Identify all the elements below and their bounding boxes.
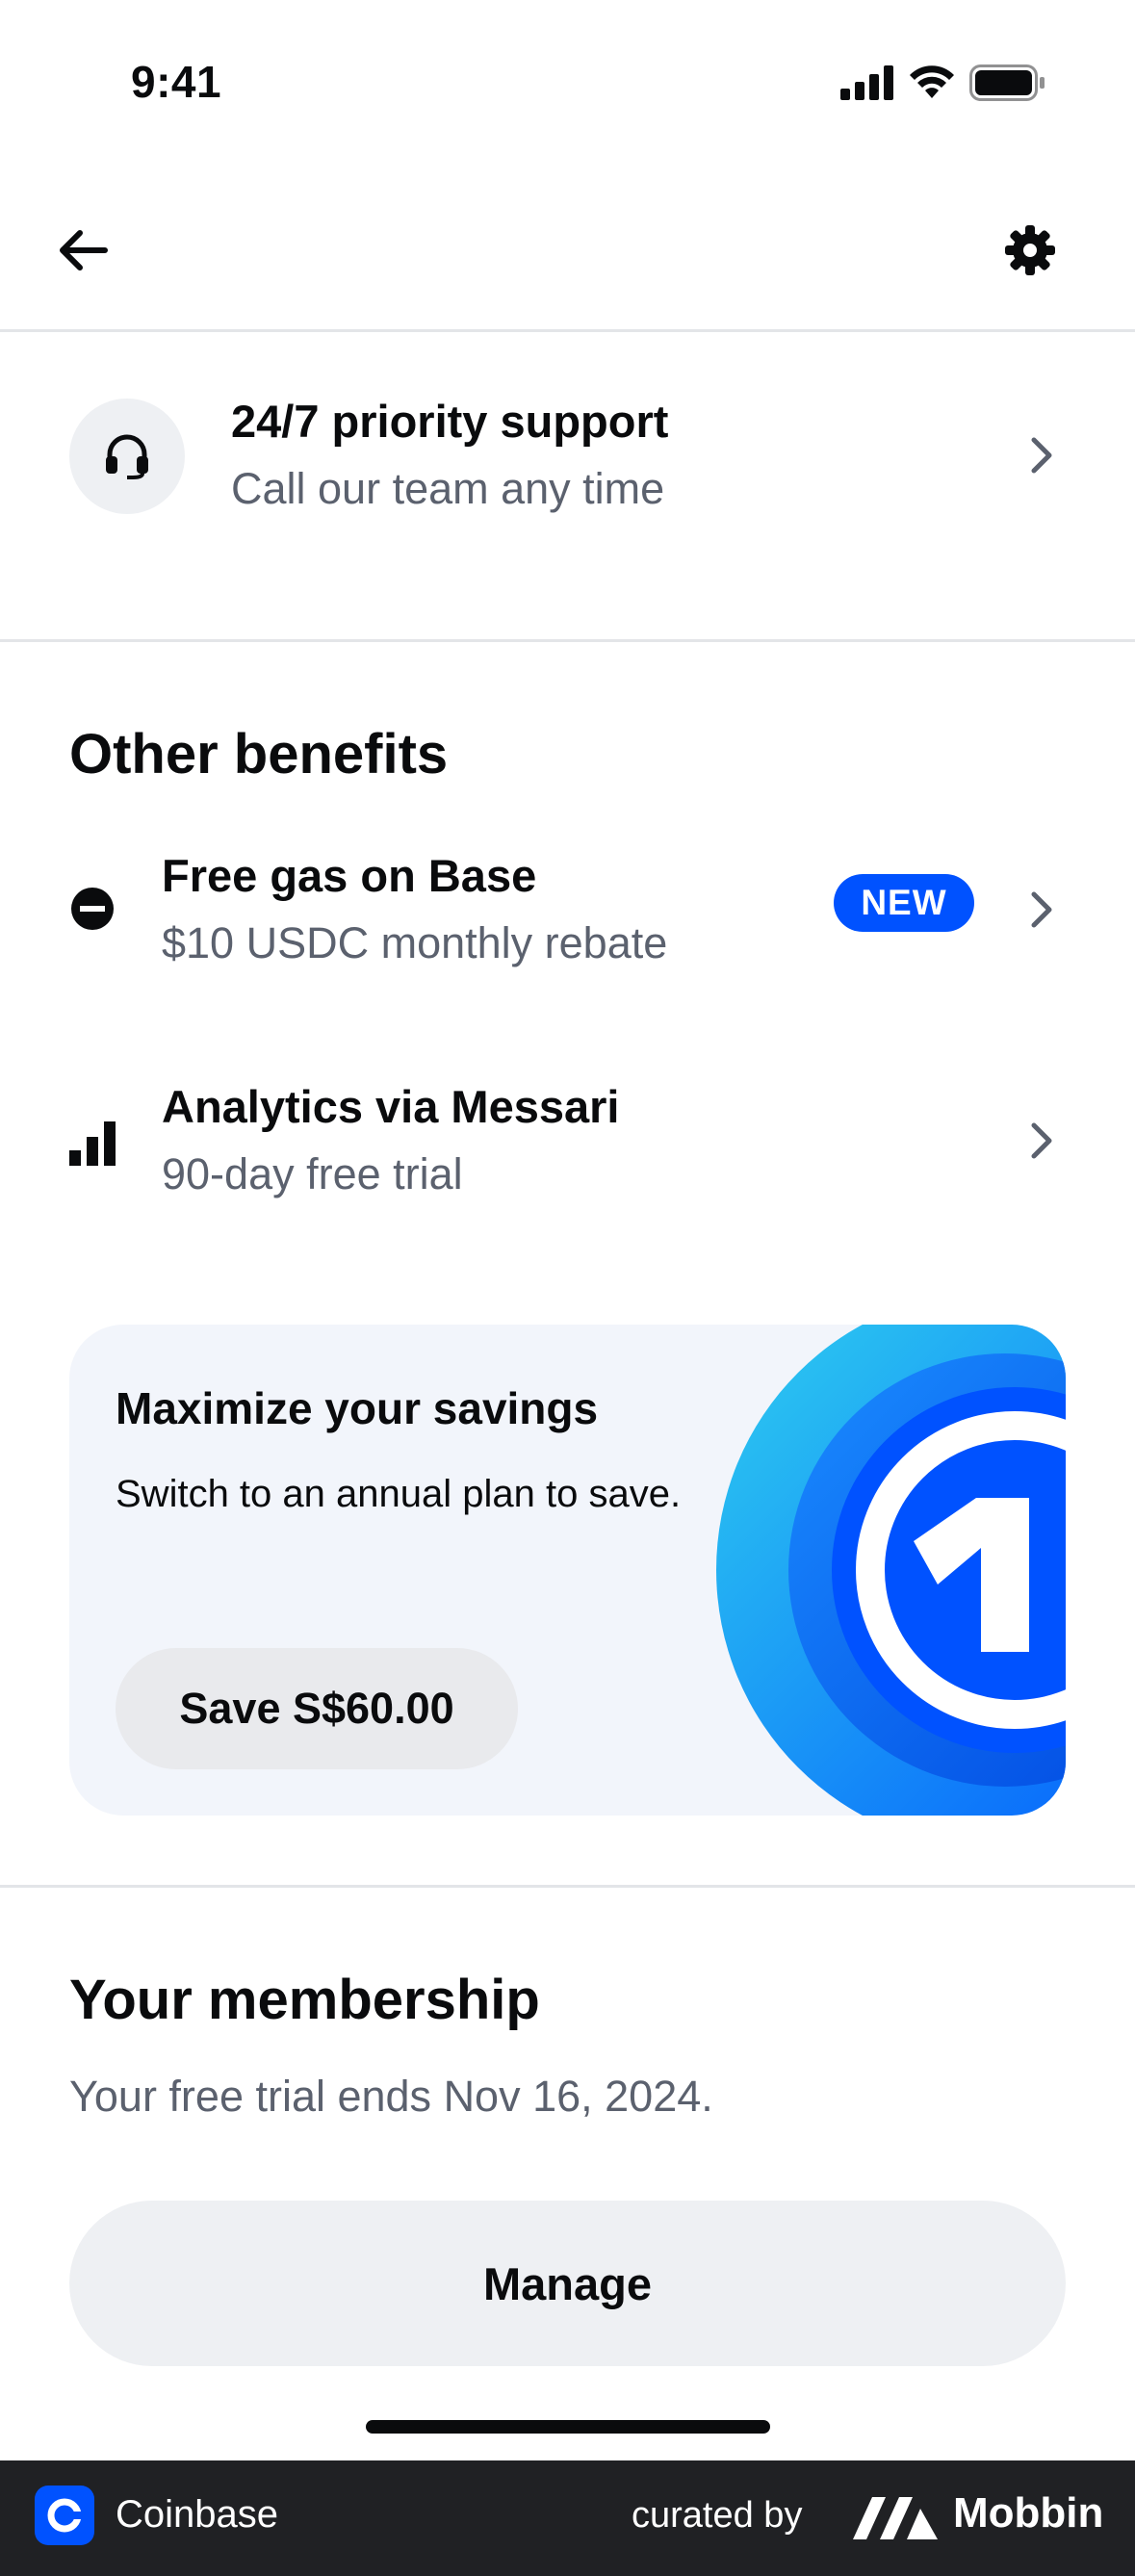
arrow-left-icon — [60, 230, 108, 270]
benefit-title: Free gas on Base — [162, 850, 537, 901]
coinbase-one-icon — [716, 1325, 1066, 1816]
support-icon-circle — [69, 399, 185, 514]
settings-button[interactable] — [1001, 221, 1059, 279]
support-subtitle: Call our team any time — [231, 464, 665, 513]
divider — [0, 639, 1135, 642]
footer-app-name: Coinbase — [116, 2493, 279, 2536]
footer-brand: Mobbin — [953, 2489, 1104, 2537]
benefit-title: Analytics via Messari — [162, 1081, 620, 1132]
promo-body: Switch to an annual plan to save. — [116, 1473, 682, 1515]
support-row[interactable]: 24/7 priority support Call our team any … — [0, 366, 1135, 549]
back-button[interactable] — [54, 221, 112, 279]
membership-heading: Your membership — [69, 1969, 540, 2031]
footer-curated-by: curated by — [632, 2495, 803, 2536]
headset-icon — [106, 434, 148, 479]
benefit-row-analytics[interactable]: Analytics via Messari 90-day free trial — [0, 1069, 1135, 1213]
battery-icon — [969, 64, 1045, 101]
manage-button[interactable]: Manage — [69, 2201, 1066, 2366]
chevron-right-icon — [1022, 431, 1061, 479]
status-time: 9:41 — [131, 57, 222, 107]
membership-text: Your free trial ends Nov 16, 2024. — [69, 2072, 713, 2121]
footer-bar: Coinbase curated by Mobbin — [0, 2460, 1135, 2576]
gear-icon — [1005, 225, 1055, 275]
wifi-icon — [910, 65, 954, 98]
mobbin-logo-icon — [853, 2497, 938, 2539]
chevron-right-icon — [1022, 1117, 1061, 1165]
chevron-right-icon — [1022, 886, 1061, 934]
promo-title: Maximize your savings — [116, 1383, 599, 1433]
benefit-subtitle: 90-day free trial — [162, 1149, 463, 1198]
home-indicator — [366, 2420, 770, 2434]
status-icons — [840, 64, 1046, 102]
divider — [0, 1885, 1135, 1888]
promo-card: Maximize your savings Switch to an annua… — [69, 1325, 1066, 1816]
bar-chart-icon — [65, 1115, 119, 1169]
benefit-subtitle: $10 USDC monthly rebate — [162, 918, 668, 967]
new-badge: NEW — [834, 874, 974, 932]
save-button[interactable]: Save S$60.00 — [116, 1648, 518, 1769]
divider — [0, 329, 1135, 332]
signal-icon — [840, 65, 893, 100]
base-icon — [65, 882, 119, 936]
support-title: 24/7 priority support — [231, 396, 669, 447]
coinbase-logo-icon — [35, 2486, 94, 2545]
other-benefits-heading: Other benefits — [69, 723, 449, 786]
